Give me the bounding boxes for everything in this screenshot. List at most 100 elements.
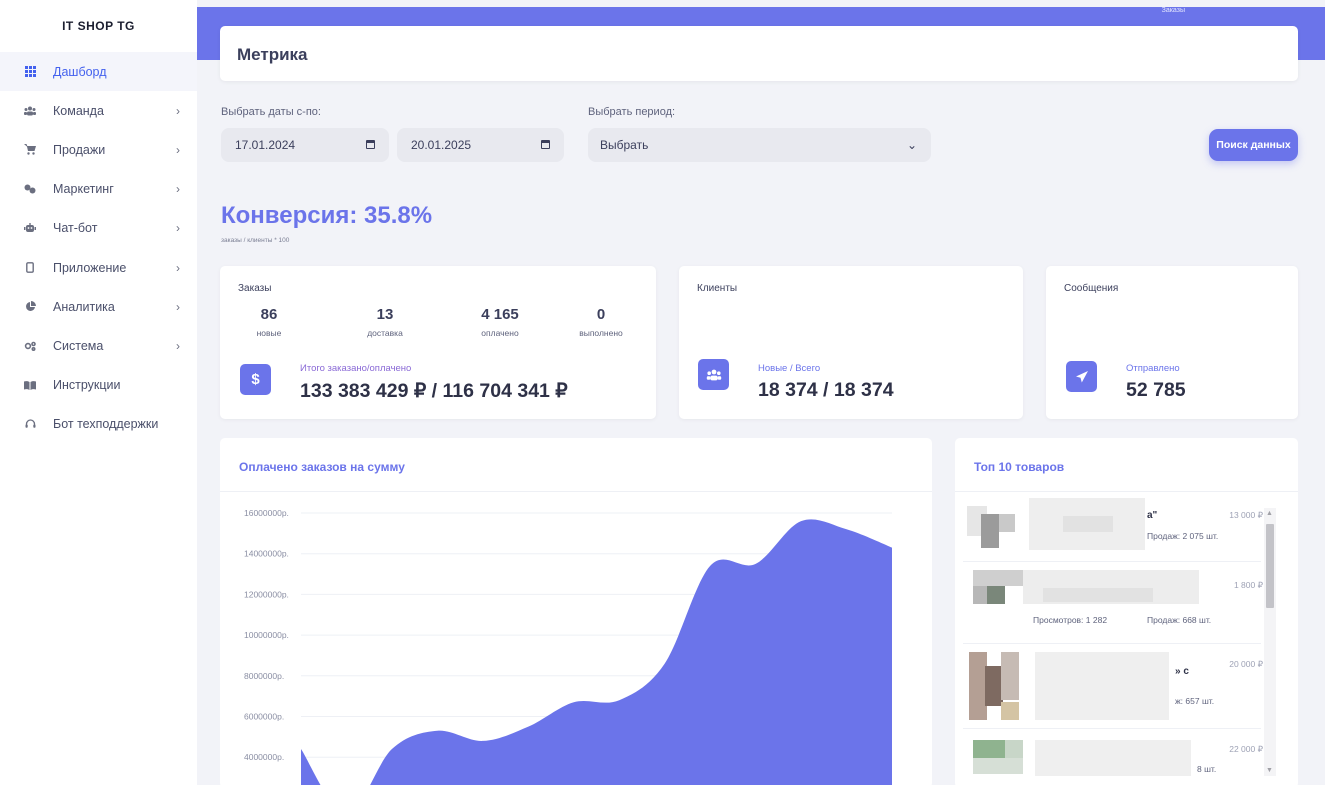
products-scrollbar[interactable]: ▲ ▼ (1264, 508, 1276, 776)
sidebar-item-label: Система (53, 338, 104, 353)
product-name-blurred (1043, 588, 1153, 602)
sidebar-item-label: Приложение (53, 260, 127, 275)
headset-icon (24, 418, 36, 430)
scroll-thumb[interactable] (1266, 524, 1274, 608)
messages-card: Сообщения Отправлено 52 785 (1046, 266, 1298, 419)
date-to-value: 20.01.2025 (411, 138, 472, 152)
product-item[interactable]: а" 13 000 ₽ Продаж: 2 075 шт. (963, 498, 1263, 576)
header-orders-link[interactable]: Заказы (1162, 7, 1185, 14)
clients-card-title: Клиенты (697, 283, 738, 294)
total-label: Итого заказано/оплачено (300, 363, 412, 374)
chevron-right-icon: › (176, 338, 180, 353)
revenue-area-chart: 16000000р. 14000000р. 12000000р. 10000000р.… (244, 508, 892, 785)
divider (955, 491, 1298, 492)
calendar-icon[interactable] (541, 140, 550, 149)
chevron-right-icon: › (176, 103, 180, 118)
y-tick-label: 4000000р. (244, 752, 284, 762)
scroll-down-icon[interactable]: ▼ (1266, 767, 1273, 774)
product-image (973, 758, 1023, 774)
conversion-title: Конверсия: 35.8% (221, 202, 433, 229)
product-item[interactable]: 22 000 ₽ 8 шт. (963, 734, 1263, 785)
revenue-chart-card: Оплачено заказов на сумму 16000000р. 1400… (220, 438, 932, 785)
clients-value: 18 374 / 18 374 (758, 379, 894, 401)
chevron-right-icon: › (176, 221, 180, 236)
product-image (973, 570, 1023, 586)
product-price: 13 000 ₽ (1229, 510, 1263, 520)
product-item[interactable]: 1 800 ₽ Просмотров: 1 282 Продаж: 668 шт… (963, 568, 1263, 646)
product-item[interactable]: » с 20 000 ₽ ж: 657 шт. (963, 650, 1263, 728)
scroll-up-icon[interactable]: ▲ (1266, 510, 1273, 517)
sidebar-item-sales[interactable]: Продажи › (0, 130, 197, 169)
product-name-blurred (1063, 516, 1113, 532)
product-image (1005, 740, 1023, 758)
product-sales: Продаж: 668 шт. (1147, 615, 1212, 625)
stat-label: новые (256, 328, 282, 338)
sidebar-item-label: Команда (53, 103, 104, 118)
y-tick-label: 14000000р. (244, 549, 289, 559)
date-from-input[interactable]: 17.01.2024 (221, 128, 389, 162)
megaphone-icon (24, 183, 36, 195)
sidebar-menu: Дашборд Команда › Продажи › Маркетинг › (0, 52, 197, 444)
robot-icon (24, 222, 36, 234)
y-tick-label: 10000000р. (244, 630, 289, 640)
divider (963, 643, 1261, 644)
users-icon (24, 105, 36, 117)
search-data-button[interactable]: Поиск данных (1209, 129, 1298, 161)
date-to-input[interactable]: 20.01.2025 (397, 128, 564, 162)
product-views: Просмотров: 1 282 (1033, 615, 1108, 625)
stat-label: выполнено (579, 328, 623, 338)
period-select[interactable]: Выбрать ⌄ (588, 128, 931, 162)
period-select-value: Выбрать (600, 138, 649, 152)
sidebar-item-analytics[interactable]: Аналитика › (0, 287, 197, 326)
sidebar-item-system[interactable]: Система › (0, 326, 197, 365)
sidebar-item-dashboard[interactable]: Дашборд (0, 52, 197, 92)
page-title: Метрика (237, 45, 308, 64)
date-range-label: Выбрать даты с-по: (221, 106, 321, 118)
page-title-card: Метрика (220, 26, 1298, 81)
product-image (981, 514, 999, 548)
y-tick-label: 8000000р. (244, 671, 284, 681)
messages-value: 52 785 (1126, 379, 1186, 401)
brand-logo[interactable]: IT SHOP TG (0, 0, 197, 52)
sidebar-item-app[interactable]: Приложение › (0, 248, 197, 287)
product-image (987, 586, 1005, 604)
chevron-right-icon: › (176, 299, 180, 314)
chevron-right-icon: › (176, 260, 180, 275)
calendar-icon[interactable] (366, 140, 375, 149)
messages-label: Отправлено (1126, 363, 1180, 374)
sidebar: IT SHOP TG Дашборд Команда › Продажи › М… (0, 0, 197, 785)
y-tick-label: 6000000р. (244, 712, 284, 722)
chevron-right-icon: › (176, 182, 180, 197)
sidebar-item-marketing[interactable]: Маркетинг › (0, 170, 197, 209)
sidebar-item-label: Бот техподдержки (53, 417, 159, 432)
chevron-right-icon: › (176, 142, 180, 157)
stat-completed: 0 выполнено (556, 306, 646, 338)
sidebar-item-label: Инструкции (53, 378, 121, 393)
top-products-title: Топ 10 товаров (974, 460, 1065, 474)
sidebar-item-chatbot[interactable]: Чат-бот › (0, 209, 197, 248)
stat-value: 86 (260, 306, 278, 323)
product-sales: ж: 657 шт. (1175, 696, 1215, 706)
pie-chart-icon (24, 301, 36, 313)
period-label: Выбрать период: (588, 106, 676, 118)
product-price: 1 800 ₽ (1233, 580, 1263, 590)
product-image (999, 514, 1015, 532)
divider (963, 728, 1261, 729)
product-image (973, 740, 1005, 758)
sidebar-item-support-bot[interactable]: Бот техподдержки (0, 405, 197, 444)
sidebar-item-team[interactable]: Команда › (0, 91, 197, 130)
orders-card: Заказы 86 новые 13 доставка 4 165 оплаче… (220, 266, 656, 419)
stat-label: оплачено (481, 328, 519, 338)
book-icon (24, 379, 36, 391)
cart-icon (24, 144, 36, 156)
product-price: 22 000 ₽ (1229, 744, 1263, 754)
product-sales: Продаж: 2 075 шт. (1147, 531, 1219, 541)
series-area (301, 519, 892, 785)
sidebar-item-instructions[interactable]: Инструкции (0, 366, 197, 405)
product-sales: 8 шт. (1197, 764, 1217, 774)
mobile-icon (24, 262, 36, 274)
users-icon (698, 359, 729, 390)
conversion-formula: заказы / клиенты * 100 (221, 237, 290, 244)
chevron-down-icon: ⌄ (906, 138, 917, 152)
cogs-icon (24, 340, 36, 352)
